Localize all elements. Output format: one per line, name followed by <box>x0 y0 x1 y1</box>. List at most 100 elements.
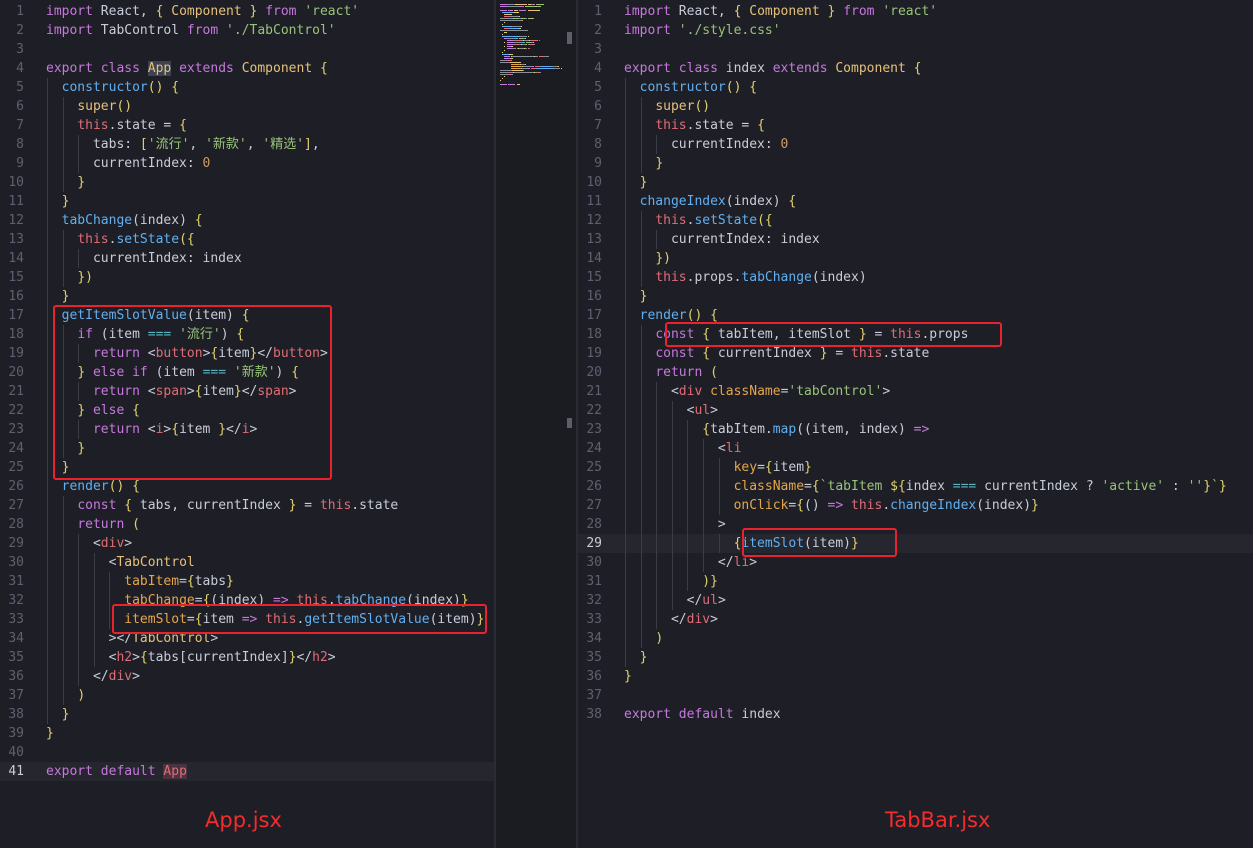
code-line[interactable]: 32 </ul> <box>578 591 1253 610</box>
code-line[interactable]: 8 tabs: ['流行', '新款', '精选'], <box>0 135 494 154</box>
code-line[interactable]: 25 key={item} <box>578 458 1253 477</box>
code-line[interactable]: 1 import React, { Component } from 'react… <box>0 2 494 21</box>
code-line[interactable]: 36} <box>578 667 1253 686</box>
indent-guide <box>109 591 111 610</box>
code-line[interactable]: 27 const { tabs, currentIndex } = this.s… <box>0 496 494 515</box>
code-line[interactable]: 20 return ( <box>578 363 1253 382</box>
code-line[interactable]: 11 } <box>0 192 494 211</box>
code-line[interactable]: 12 this.setState({ <box>578 211 1253 230</box>
code-line[interactable]: 38 export default index <box>578 705 1253 724</box>
minimap-stroke <box>511 46 514 47</box>
code-line[interactable]: 2 import TabControl from './TabControl' <box>0 21 494 40</box>
right-editor-pane[interactable]: 1 import React, { Component } from 'react… <box>578 0 1253 848</box>
code-line[interactable]: 37 ) <box>0 686 494 705</box>
code-line[interactable]: 7 this.state = { <box>578 116 1253 135</box>
code-line[interactable]: 30 </li> <box>578 553 1253 572</box>
code-line[interactable]: 23 {tabItem.map((item, index) => <box>578 420 1253 439</box>
code-line[interactable]: 13 this.setState({ <box>0 230 494 249</box>
minimap-stroke <box>525 64 527 65</box>
code-line[interactable]: 5 constructor() { <box>0 78 494 97</box>
code-line[interactable]: 24 <li <box>578 439 1253 458</box>
code-line[interactable]: 37 <box>578 686 1253 705</box>
left-scrollbar-marker[interactable] <box>567 418 572 428</box>
code-line[interactable]: 13 currentIndex: index <box>578 230 1253 249</box>
code-text: } <box>624 154 663 173</box>
line-number: 8 <box>594 137 602 152</box>
code-line[interactable]: 3 <box>0 40 494 59</box>
minimap-stroke <box>515 40 522 41</box>
code-line[interactable]: 14 currentIndex: index <box>0 249 494 268</box>
code-line[interactable]: 26 className={`tabItem ${index === curre… <box>578 477 1253 496</box>
code-line[interactable]: 35 } <box>578 648 1253 667</box>
code-line[interactable]: 10 } <box>578 173 1253 192</box>
code-line[interactable]: 40 <box>0 743 494 762</box>
code-line[interactable]: 6 super() <box>0 97 494 116</box>
indent-guide <box>625 439 626 458</box>
code-line[interactable]: 16 } <box>578 287 1253 306</box>
indent-guide <box>78 629 80 648</box>
indent-guide <box>640 439 642 458</box>
code-line[interactable]: 5 constructor() { <box>578 78 1253 97</box>
line-number: 1 <box>16 4 24 19</box>
code-line[interactable]: 9 } <box>578 154 1253 173</box>
code-line[interactable]: 6 super() <box>578 97 1253 116</box>
code-token: Component <box>241 61 313 76</box>
indent-guide <box>62 135 64 154</box>
code-line[interactable]: 9 currentIndex: 0 <box>0 154 494 173</box>
code-line[interactable]: 29 {itemSlot(item)} <box>578 534 1253 553</box>
code-line[interactable]: 3 <box>578 40 1253 59</box>
code-line[interactable]: 11 changeIndex(index) { <box>578 192 1253 211</box>
code-line[interactable]: 31 )} <box>578 572 1253 591</box>
indent-guide <box>47 287 48 306</box>
code-line[interactable]: 38 } <box>0 705 494 724</box>
code-token: = <box>179 574 187 589</box>
code-line[interactable]: 1 import React, { Component } from 'react… <box>578 2 1253 21</box>
code-line[interactable]: 41 export default App <box>0 762 494 781</box>
minimap-stroke <box>502 12 515 13</box>
code-line[interactable]: 34 ) <box>578 629 1253 648</box>
code-text: changeIndex(index) { <box>624 192 797 211</box>
indent-guide <box>640 363 642 382</box>
code-line[interactable]: 12 tabChange(index) { <box>0 211 494 230</box>
indent-guide <box>640 496 642 515</box>
code-line[interactable]: 36 </div> <box>0 667 494 686</box>
minimap[interactable] <box>494 0 578 848</box>
minimap-stroke <box>527 10 538 11</box>
code-line[interactable]: 30 <TabControl <box>0 553 494 572</box>
indent-guide <box>625 192 626 211</box>
code-line[interactable]: 8 currentIndex: 0 <box>578 135 1253 154</box>
code-token: > <box>717 593 726 608</box>
code-line[interactable]: 7 this.state = { <box>0 116 494 135</box>
code-line[interactable]: 35 <h2>{tabs[currentIndex]}</h2> <box>0 648 494 667</box>
code-line[interactable]: 33 </div> <box>578 610 1253 629</box>
code-line[interactable]: 4 export class index extends Component { <box>578 59 1253 78</box>
code-line[interactable]: 21 <div className='tabControl'> <box>578 382 1253 401</box>
code-line[interactable]: 28 return ( <box>0 515 494 534</box>
code-text: } <box>46 173 85 192</box>
code-token: === <box>952 479 977 494</box>
code-line[interactable]: 29 <div> <box>0 534 494 553</box>
left-scrollbar-thumb[interactable] <box>567 32 572 44</box>
indent-guide <box>47 572 48 591</box>
code-line[interactable]: 15 this.props.tabChange(index) <box>578 268 1253 287</box>
indent-guide <box>656 439 658 458</box>
code-line[interactable]: 2 import './style.css' <box>578 21 1253 40</box>
code-line[interactable]: 39} <box>0 724 494 743</box>
code-line[interactable]: 27 onClick={() => this.changeIndex(index… <box>578 496 1253 515</box>
code-text: currentIndex: 0 <box>624 135 788 154</box>
code-line[interactable]: 22 <ul> <box>578 401 1253 420</box>
minimap-stroke <box>514 42 522 43</box>
code-line[interactable]: 10 } <box>0 173 494 192</box>
code-line[interactable]: 31 tabItem={tabs} <box>0 572 494 591</box>
code-line[interactable]: 15 }) <box>0 268 494 287</box>
code-token: default <box>100 764 156 779</box>
code-token: default <box>678 707 734 722</box>
code-token: { <box>155 4 172 19</box>
code-line[interactable]: 4 export class App extends Component { <box>0 59 494 78</box>
code-line[interactable]: 28 > <box>578 515 1253 534</box>
code-line[interactable]: 16 } <box>0 287 494 306</box>
code-line[interactable]: 14 }) <box>578 249 1253 268</box>
indent-guide <box>78 249 80 268</box>
indent-guide <box>47 439 48 458</box>
